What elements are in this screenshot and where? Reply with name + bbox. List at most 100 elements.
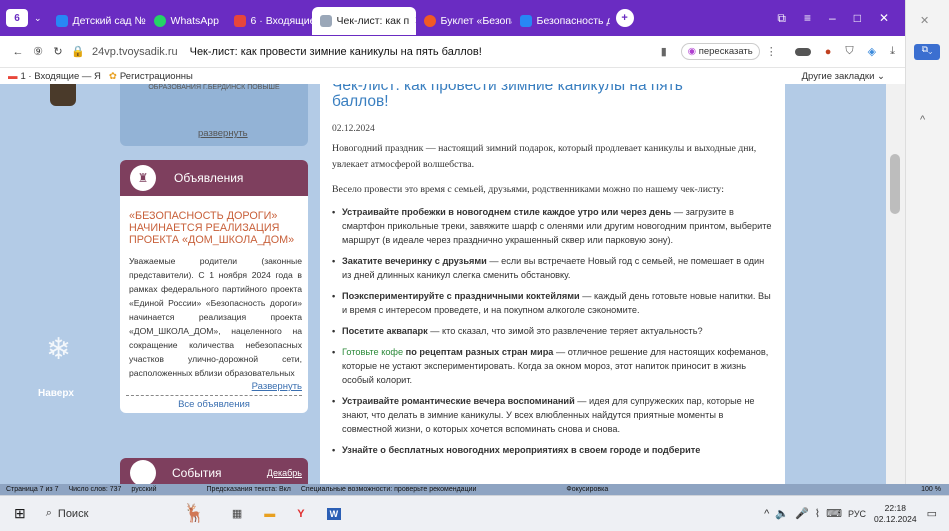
events-title: События: [172, 466, 222, 480]
menu-icon[interactable]: ≡: [804, 11, 811, 26]
retell-button[interactable]: ◉ пересказать: [680, 43, 760, 60]
announcements-box: ♜ Объявления «БЕЗОПАСНОСТЬ ДОРОГИ» НАЧИН…: [120, 160, 308, 413]
site-icon: [319, 15, 332, 27]
task-view-icon[interactable]: ▦: [232, 507, 242, 520]
yandex-browser-icon[interactable]: Y: [297, 508, 304, 520]
announcement-headline[interactable]: «БЕЗОПАСНОСТЬ ДОРОГИ» НАЧИНАЕТСЯ РЕАЛИЗА…: [129, 204, 302, 246]
notifications-icon[interactable]: ▭: [927, 507, 937, 520]
volume-icon[interactable]: 🔈: [775, 507, 789, 520]
list-item: Готовьте кофе по рецептам разных стран м…: [332, 345, 775, 387]
chevron-up-icon[interactable]: ^: [764, 508, 769, 520]
other-bookmarks-label: Другие закладки: [801, 70, 875, 82]
url-domain[interactable]: 24vp.tvoysadik.ru: [92, 46, 178, 58]
coffee-link[interactable]: Готовьте кофе: [342, 347, 403, 357]
extension4-icon[interactable]: ◈: [868, 45, 876, 58]
bookmark-registration[interactable]: Регистрационны: [120, 71, 193, 82]
bookmark-icon[interactable]: ▮: [661, 45, 667, 58]
focus-mode[interactable]: Фокусировка: [566, 486, 608, 493]
announcement-item: «БЕЗОПАСНОСТЬ ДОРОГИ» НАЧИНАЕТСЯ РЕАЛИЗА…: [120, 196, 308, 394]
item-lead: Устраивайте пробежки в новогоднем стиле …: [342, 207, 672, 217]
extension3-icon[interactable]: ⛉: [845, 45, 853, 58]
article-date: 02.12.2024: [332, 124, 375, 134]
tab-booklet[interactable]: Буклет «Безопасн: [416, 7, 512, 35]
page-title-in-address[interactable]: Чек-лист: как провести зимние каникулы н…: [190, 46, 482, 58]
reload-icon[interactable]: ↻: [48, 42, 68, 62]
retell-icon: ◉: [687, 46, 699, 57]
item-lead: Устраивайте романтические вечера воспоми…: [342, 396, 575, 406]
snowflake-icon: ❄: [46, 333, 72, 366]
more-icon[interactable]: ⋮: [766, 45, 777, 58]
tab-safety[interactable]: Безопасность дет: [512, 7, 610, 35]
word-status-bar: Страница 7 из 7 Число слов: 737 русский …: [0, 484, 949, 495]
article-intro-2: Весело провести это время с семьей, друз…: [332, 184, 724, 195]
extension2-icon[interactable]: ●: [825, 46, 832, 58]
reindeer-widget-icon[interactable]: 🦌: [183, 503, 205, 524]
tab-whatsapp[interactable]: WhatsApp: [146, 7, 226, 35]
tab-mail[interactable]: 6 · Входящие — Я: [226, 7, 312, 35]
close-window-icon[interactable]: ✕: [879, 11, 889, 26]
list-item: Закатите вечеринку с друзьями — если вы …: [332, 254, 775, 282]
clock[interactable]: 22:18 02.12.2024: [874, 503, 917, 525]
events-month[interactable]: Декабрь: [267, 468, 302, 478]
info-box-text: ОБРАЗОВАНИЯ Г.БЕРДИНСК ПОВЫШЕ: [148, 84, 280, 91]
wifi-icon[interactable]: ⌇: [815, 507, 820, 520]
vk-icon: [519, 15, 532, 27]
announcement-text: Уважаемые родители (законные представите…: [129, 256, 302, 378]
scroll-up-link[interactable]: Наверх: [38, 388, 74, 399]
announcement-expand-link[interactable]: Развернуть: [129, 381, 302, 392]
other-bookmarks[interactable]: Другие закладки ⌄: [802, 71, 885, 82]
language[interactable]: русский: [131, 486, 156, 493]
browser-tab-bar: 6 ⌄ Детский сад № 24 WhatsApp 6 · Входящ…: [0, 0, 949, 36]
lantern-icon: ♜: [130, 165, 156, 191]
download-icon[interactable]: ⤓: [890, 45, 895, 58]
language-indicator[interactable]: РУС: [848, 509, 866, 519]
word-count[interactable]: Число слов: 737: [68, 486, 121, 493]
expand-link[interactable]: развернуть: [198, 128, 248, 139]
accessibility-status[interactable]: Специальные возможности: проверьте реком…: [301, 486, 477, 493]
keyboard-icon[interactable]: ⌨: [826, 507, 842, 520]
item-lead: Узнайте о бесплатных новогодних мероприя…: [342, 445, 701, 455]
tab-counter-badge[interactable]: 6: [6, 9, 28, 27]
yandex-icon[interactable]: ⑨: [28, 42, 48, 62]
checklist: Устраивайте пробежки в новогоднем стиле …: [332, 205, 775, 457]
file-explorer-icon[interactable]: ▬: [264, 508, 275, 520]
collections-icon[interactable]: ⧉: [777, 11, 786, 26]
new-tab-icon[interactable]: +: [615, 9, 634, 27]
text-predictions[interactable]: Предсказания текста: Вкл: [207, 486, 291, 493]
taskbar-search[interactable]: Поиск: [58, 508, 88, 520]
all-announcements-link[interactable]: Все объявления: [126, 395, 302, 413]
bookmarks-bar: ▬ 1 · Входящие — Я ✿ Регистрационны Друг…: [0, 68, 905, 84]
maximize-icon[interactable]: □: [854, 11, 861, 26]
tab-label: Безопасность дет: [536, 15, 610, 27]
item-lead: Посетите аквапарк: [342, 326, 428, 336]
announcements-header: ♜ Объявления: [120, 160, 308, 196]
page-count[interactable]: Страница 7 из 7: [6, 486, 58, 493]
article-title: Чек-лист: как провести зимние каникулы н…: [332, 84, 683, 110]
booklet-icon: [423, 15, 436, 27]
minimize-icon[interactable]: –: [829, 11, 836, 26]
panel-app-icon[interactable]: ⧉⌄: [914, 44, 940, 60]
zoom-level[interactable]: 100 %: [921, 486, 941, 493]
search-icon[interactable]: ⌕: [46, 507, 52, 520]
mic-icon[interactable]: 🎤: [795, 507, 809, 520]
scrollbar-thumb[interactable]: [890, 154, 900, 214]
mail-icon: [233, 15, 246, 27]
back-icon[interactable]: ←: [8, 42, 28, 62]
windows-taskbar: ⊞ ⌕ Поиск 🦌 ▦ ▬ Y W ^ 🔈 🎤 ⌇ ⌨ РУС 22:18 0…: [0, 495, 949, 531]
tab-checklist-active[interactable]: Чек-лист: как п✕: [311, 7, 416, 35]
word-icon[interactable]: W: [326, 507, 342, 520]
whatsapp-icon: [153, 15, 166, 27]
article: Чек-лист: как провести зимние каникулы н…: [320, 84, 785, 484]
extension-icon[interactable]: [794, 47, 811, 56]
bookmark-inbox[interactable]: 1 · Входящие — Я: [21, 71, 101, 82]
tab-label: Буклет «Безопасн: [440, 15, 512, 27]
tab-kindergarten[interactable]: Детский сад № 24: [48, 7, 146, 35]
windows-start-icon[interactable]: ⊞: [14, 505, 26, 522]
page-scrollbar[interactable]: [886, 84, 905, 484]
mail-icon: ▬: [8, 70, 18, 82]
close-panel-icon[interactable]: ✕: [920, 14, 929, 27]
announcements-title: Объявления: [174, 171, 244, 185]
chevron-up-icon[interactable]: ^: [920, 114, 925, 126]
lock-icon[interactable]: 🔒: [68, 42, 88, 62]
tabs-dropdown-icon[interactable]: ⌄: [34, 13, 42, 24]
